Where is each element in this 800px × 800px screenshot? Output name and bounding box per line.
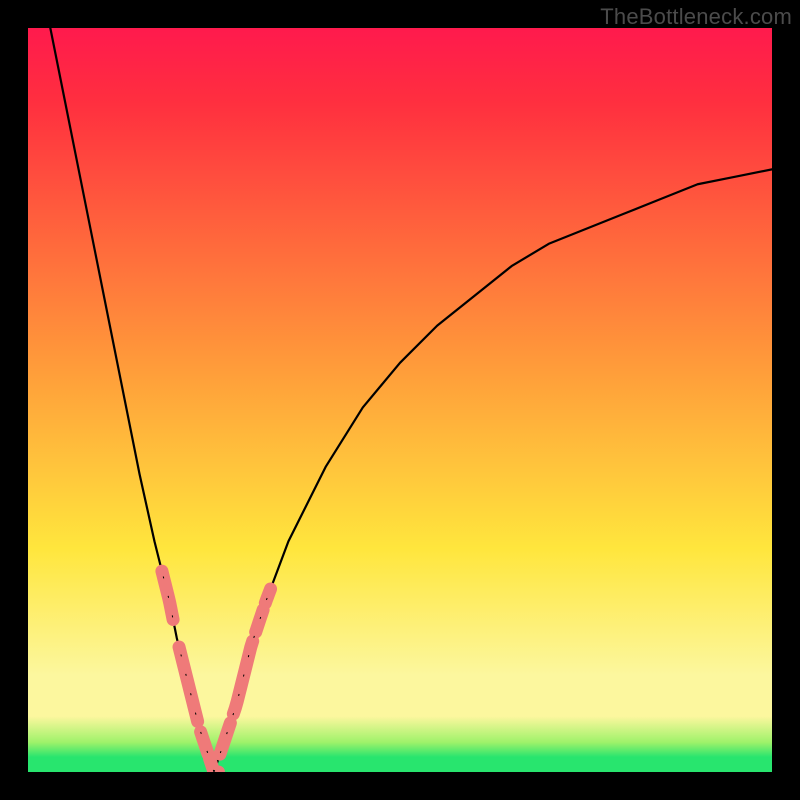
- bead-right_branch-3: [265, 589, 270, 603]
- curves-overlay: [28, 28, 772, 772]
- bead-left_branch-1: [179, 647, 198, 721]
- chart-stage: TheBottleneck.com: [0, 0, 800, 800]
- bead-left_branch-2: [201, 732, 208, 754]
- curve-right_branch: [214, 169, 772, 772]
- bead-right_branch-1: [233, 641, 252, 714]
- curve-overlay-right_branch: [214, 169, 772, 772]
- curve-left_branch: [50, 28, 214, 772]
- bead-right_branch-0: [220, 723, 230, 754]
- plot-area: [28, 28, 772, 772]
- bead-right_branch-2: [256, 610, 263, 632]
- watermark-text: TheBottleneck.com: [600, 4, 792, 30]
- curve-group: [50, 28, 772, 772]
- bead-group: [50, 28, 772, 772]
- curve-overlay-left_branch: [50, 28, 214, 772]
